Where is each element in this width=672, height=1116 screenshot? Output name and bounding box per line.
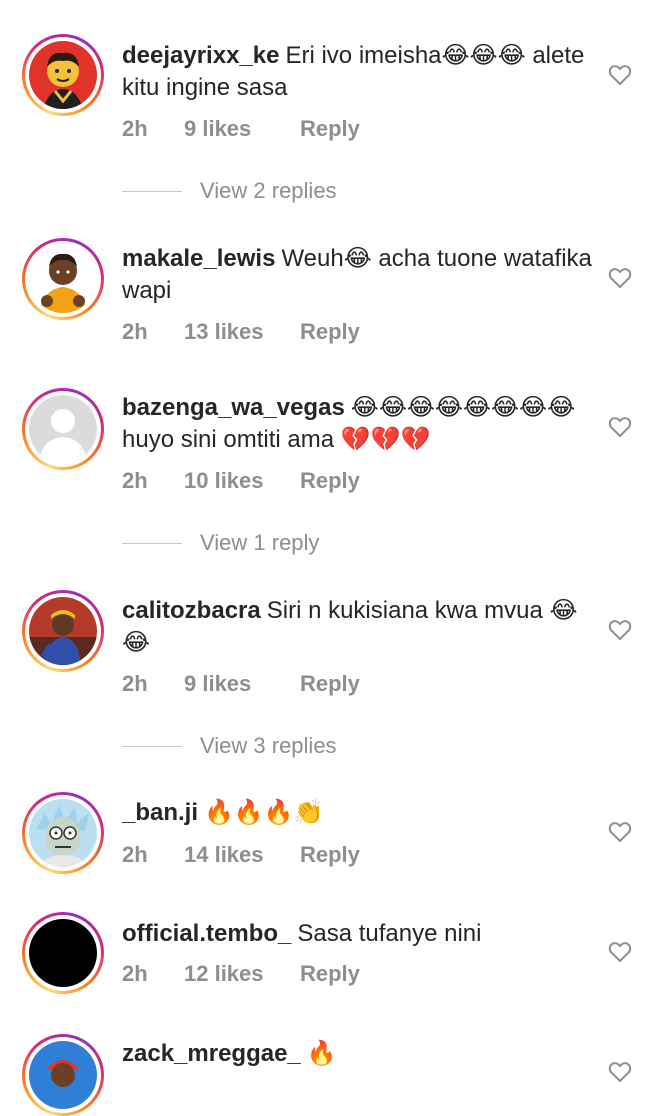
- reply-button[interactable]: Reply: [300, 961, 360, 987]
- reply-button[interactable]: Reply: [300, 468, 360, 494]
- comment-body: Sasa tufanye nini: [297, 920, 482, 947]
- avatar[interactable]: [22, 238, 104, 320]
- comment-meta: 2h 9 likes Reply: [122, 116, 360, 142]
- comment-likes[interactable]: 9 likes: [184, 116, 300, 142]
- comment-likes[interactable]: 10 likes: [184, 468, 300, 494]
- comment-time: 2h: [122, 116, 148, 141]
- comment-username[interactable]: _ban.ji: [122, 799, 198, 826]
- avatar[interactable]: [22, 912, 104, 994]
- comment-meta: 2h 13 likes Reply: [122, 319, 360, 345]
- heart-outline-icon[interactable]: [608, 820, 632, 844]
- reply-button[interactable]: Reply: [300, 842, 360, 868]
- comment-likes[interactable]: 12 likes: [184, 961, 300, 987]
- comment-username[interactable]: calitozbacra: [122, 597, 261, 624]
- comment-meta: 2h 9 likes Reply: [122, 671, 360, 697]
- replies-divider: [122, 745, 182, 747]
- comment-username[interactable]: official.tembo_: [122, 920, 291, 947]
- comment-username[interactable]: zack_mreggae_: [122, 1040, 301, 1067]
- comment-time: 2h: [122, 842, 148, 867]
- comment-username[interactable]: deejayrixx_ke: [122, 42, 279, 69]
- heart-outline-icon[interactable]: [608, 63, 632, 87]
- avatar[interactable]: [22, 792, 104, 874]
- comment-username[interactable]: bazenga_wa_vegas: [122, 394, 345, 421]
- comment-body: 🔥🔥🔥👏: [204, 799, 324, 826]
- heart-outline-icon[interactable]: [608, 1060, 632, 1084]
- reply-button[interactable]: Reply: [300, 671, 360, 697]
- comment-time: 2h: [122, 468, 148, 493]
- heart-outline-icon[interactable]: [608, 618, 632, 642]
- comment-text: calitozbacra Siri n kukisiana kwa mvua 😂😂: [122, 595, 592, 659]
- avatar[interactable]: [22, 388, 104, 470]
- heart-outline-icon[interactable]: [608, 415, 632, 439]
- view-replies-button[interactable]: View 2 replies: [122, 178, 337, 204]
- comment-meta: 2h 14 likes Reply: [122, 842, 360, 868]
- avatar[interactable]: [22, 1034, 104, 1116]
- view-replies-button[interactable]: View 3 replies: [122, 733, 337, 759]
- comment-likes[interactable]: 13 likes: [184, 319, 300, 345]
- comment-likes[interactable]: 14 likes: [184, 842, 300, 868]
- comment-text: bazenga_wa_vegas 😂😂😂😂😂😂😂😂 huyo sini omtit…: [122, 392, 592, 456]
- heart-outline-icon[interactable]: [608, 266, 632, 290]
- avatar[interactable]: [22, 590, 104, 672]
- comment-time: 2h: [122, 961, 148, 986]
- comment-text: makale_lewis Weuh😂 acha tuone watafika wa…: [122, 243, 592, 307]
- replies-divider: [122, 190, 182, 192]
- comment-body: 🔥: [306, 1040, 337, 1067]
- avatar[interactable]: [22, 34, 104, 116]
- comment-username[interactable]: makale_lewis: [122, 245, 275, 272]
- comment-text: official.tembo_ Sasa tufanye nini: [122, 918, 592, 950]
- view-replies-label: View 1 reply: [200, 530, 320, 555]
- view-replies-button[interactable]: View 1 reply: [122, 530, 319, 556]
- comment-text: deejayrixx_ke Eri ivo imeisha😂😂😂 alete ki…: [122, 40, 592, 104]
- replies-divider: [122, 542, 182, 544]
- reply-button[interactable]: Reply: [300, 319, 360, 345]
- comment-likes[interactable]: 9 likes: [184, 671, 300, 697]
- view-replies-label: View 3 replies: [200, 733, 337, 758]
- reply-button[interactable]: Reply: [300, 116, 360, 142]
- comment-meta: 2h 12 likes Reply: [122, 961, 360, 987]
- comment-time: 2h: [122, 671, 148, 696]
- comment-meta: 2h 10 likes Reply: [122, 468, 360, 494]
- comment-time: 2h: [122, 319, 148, 344]
- view-replies-label: View 2 replies: [200, 178, 337, 203]
- heart-outline-icon[interactable]: [608, 940, 632, 964]
- comment-text: _ban.ji 🔥🔥🔥👏: [122, 797, 592, 829]
- comment-text: zack_mreggae_ 🔥: [122, 1038, 592, 1070]
